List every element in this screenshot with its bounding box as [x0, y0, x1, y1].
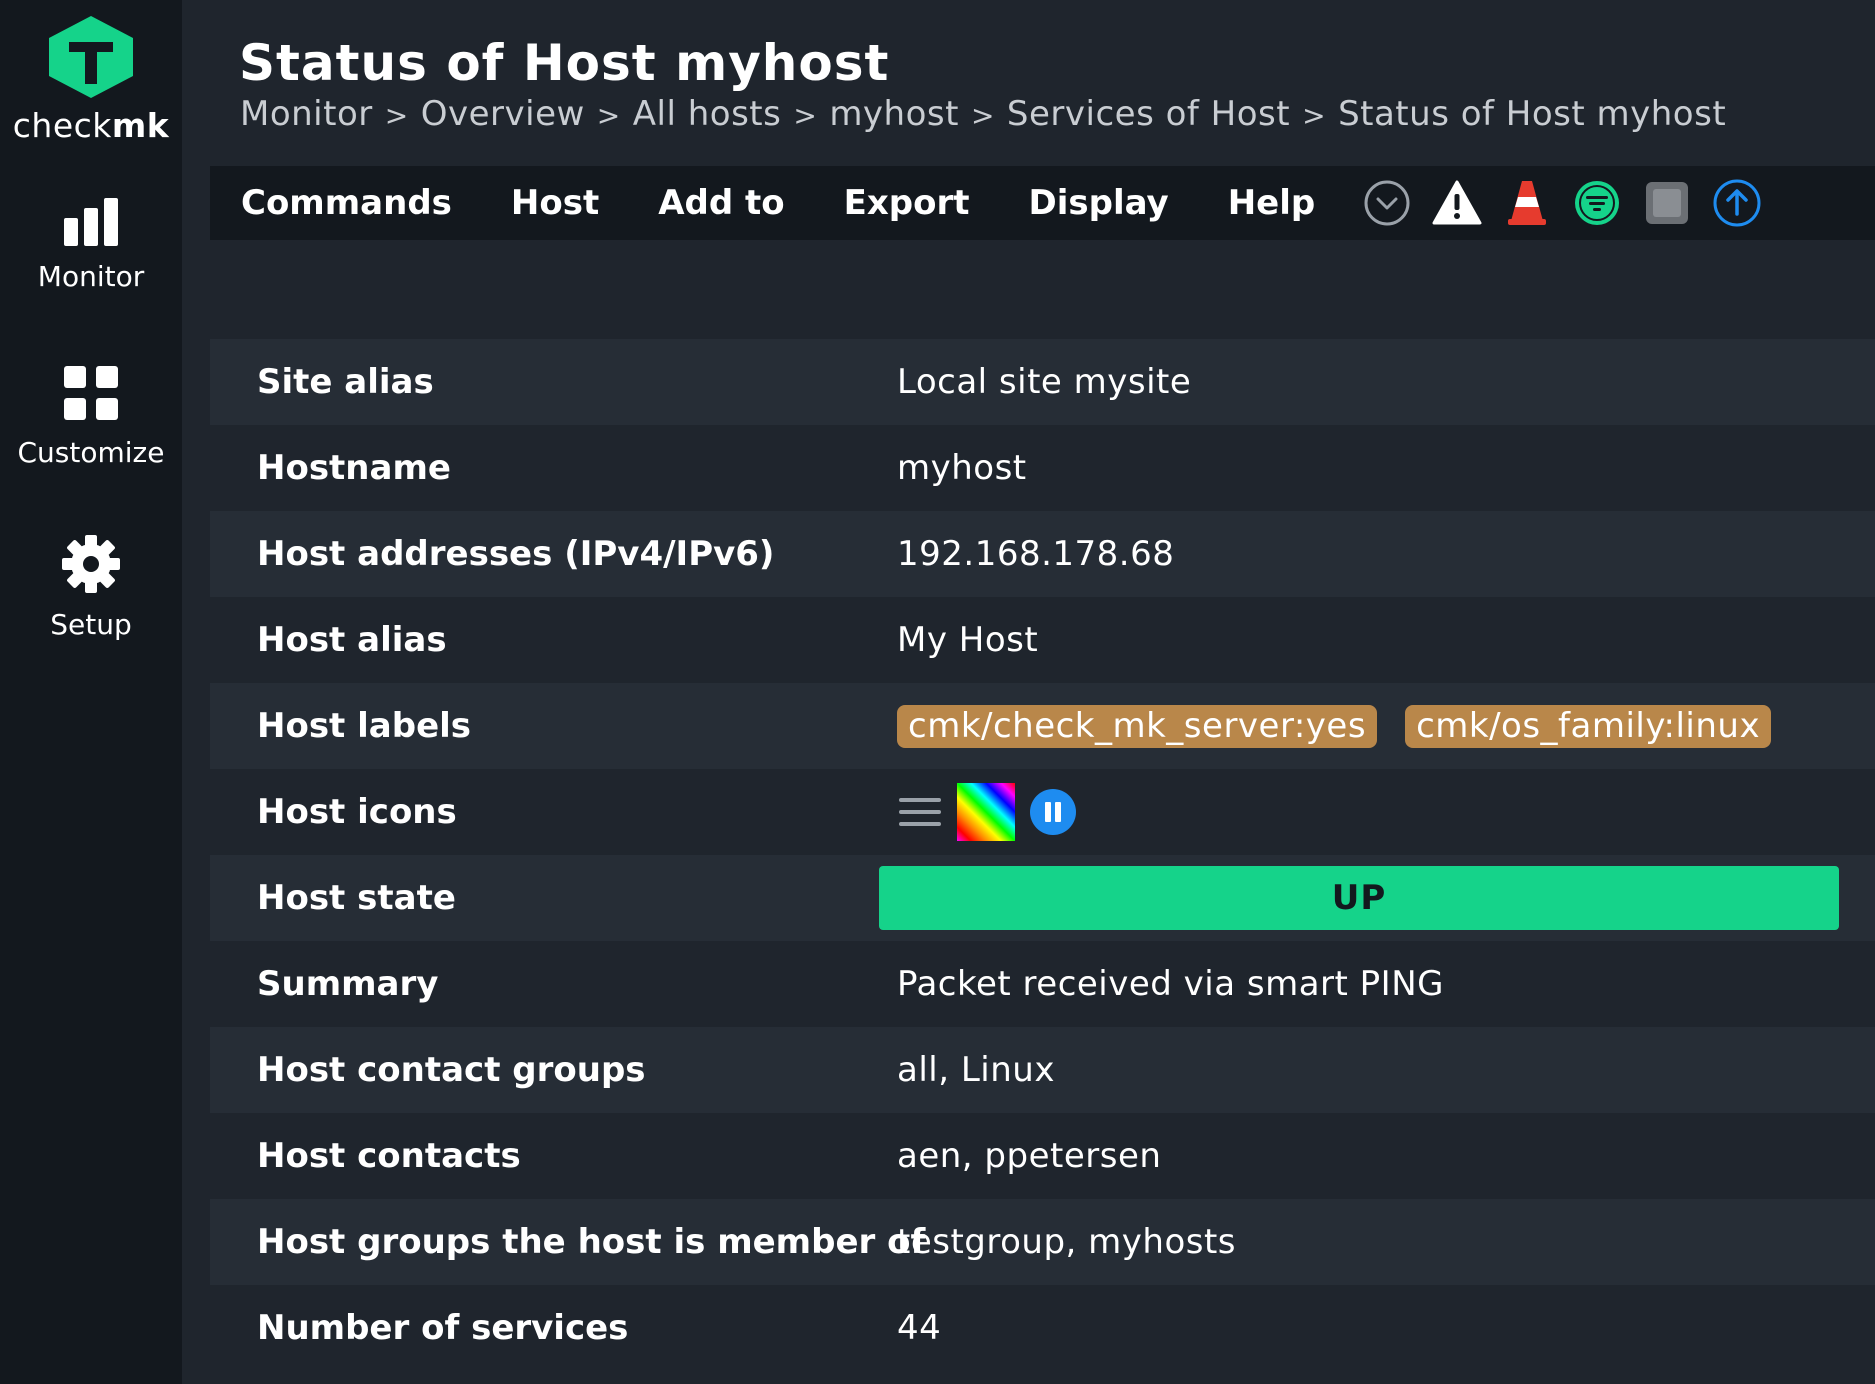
page-title: Status of Host myhost	[239, 34, 890, 92]
main-content: Status of Host myhost Monitor > Overview > A…	[182, 0, 1875, 1384]
table-row: Host addresses (IPv4/IPv6) 192.168.178.6…	[210, 511, 1875, 597]
row-value: 192.168.178.68	[897, 534, 1175, 574]
table-row: Host alias My Host	[210, 597, 1875, 683]
breadcrumb-separator: >	[384, 99, 409, 132]
gear-icon	[62, 535, 120, 593]
row-label: Hostname	[257, 448, 451, 488]
breadcrumb-status-of-host[interactable]: Status of Host myhost	[1338, 94, 1726, 134]
breadcrumb-separator: >	[596, 99, 621, 132]
menu-commands[interactable]: Commands	[241, 183, 452, 223]
table-row: Host labels cmk/check_mk_server:yes cmk/…	[210, 683, 1875, 769]
row-label: Summary	[257, 964, 439, 1004]
stop-icon[interactable]	[1642, 178, 1692, 228]
row-value: My Host	[897, 620, 1039, 660]
row-label: Host alias	[257, 620, 447, 660]
table-row: Host icons	[210, 769, 1875, 855]
logo-text: checkmk	[12, 106, 170, 145]
breadcrumb-separator: >	[793, 99, 818, 132]
row-value: aen, ppetersen	[897, 1136, 1162, 1176]
menu-export[interactable]: Export	[844, 183, 970, 223]
table-row: Site alias Local site mysite	[210, 339, 1875, 425]
row-value: Packet received via smart PING	[897, 964, 1444, 1004]
breadcrumb-myhost[interactable]: myhost	[829, 94, 959, 134]
row-value: all, Linux	[897, 1050, 1055, 1090]
row-value: UP	[879, 866, 1875, 930]
bar-chart-icon	[64, 198, 118, 246]
toolbar-icons	[1362, 178, 1782, 228]
breadcrumb-separator: >	[1302, 99, 1327, 132]
row-value	[879, 783, 1875, 841]
upload-circle-icon[interactable]	[1712, 178, 1762, 228]
table-row: Host state UP	[210, 855, 1875, 941]
host-label-tag[interactable]: cmk/check_mk_server:yes	[897, 704, 1378, 748]
menu-icon[interactable]	[897, 792, 943, 832]
breadcrumb-overview[interactable]: Overview	[421, 94, 585, 134]
row-label: Number of services	[257, 1308, 629, 1348]
sidebar-item-monitor[interactable]: Monitor	[0, 196, 182, 293]
checkmk-logo-icon	[49, 16, 133, 98]
menu-host[interactable]: Host	[511, 183, 599, 223]
breadcrumb: Monitor > Overview > All hosts > myhost > Servic…	[240, 94, 1726, 134]
breadcrumb-separator: >	[970, 99, 995, 132]
menu-bar: Commands Host Add to Export Display Help	[210, 166, 1875, 240]
row-value: myhost	[897, 448, 1027, 488]
grid-icon	[64, 366, 118, 420]
rainbow-icon[interactable]	[957, 783, 1015, 841]
sidebar-item-label: Monitor	[37, 260, 145, 293]
host-state-badge: UP	[879, 866, 1839, 930]
sidebar-item-customize[interactable]: Customize	[0, 364, 182, 469]
checkmk-logo[interactable]: checkmk	[0, 14, 182, 145]
table-row: Host groups the host is member of testgr…	[210, 1199, 1875, 1285]
row-value: Local site mysite	[897, 362, 1192, 402]
host-status-table: Site alias Local site mysite Hostname my…	[210, 339, 1875, 1371]
row-value: testgroup, myhosts	[897, 1222, 1237, 1262]
row-label: Site alias	[257, 362, 434, 402]
table-row: Number of services 44	[210, 1285, 1875, 1371]
table-row: Summary Packet received via smart PING	[210, 941, 1875, 1027]
filter-icon[interactable]	[1572, 178, 1622, 228]
chevron-down-circle-icon[interactable]	[1362, 178, 1412, 228]
table-row: Host contact groups all, Linux	[210, 1027, 1875, 1113]
breadcrumb-all-hosts[interactable]: All hosts	[633, 94, 782, 134]
row-label: Host addresses (IPv4/IPv6)	[257, 534, 775, 574]
row-label: Host groups the host is member of	[257, 1222, 926, 1262]
sidebar: checkmk Monitor Customize Setup	[0, 0, 182, 1384]
table-row: Hostname myhost	[210, 425, 1875, 511]
row-value: cmk/check_mk_server:yes cmk/os_family:li…	[879, 704, 1875, 748]
breadcrumb-services-of-host[interactable]: Services of Host	[1007, 94, 1290, 134]
warning-icon[interactable]	[1432, 178, 1482, 228]
menu-display[interactable]: Display	[1029, 183, 1169, 223]
breadcrumb-monitor[interactable]: Monitor	[240, 94, 373, 134]
row-label: Host contact groups	[257, 1050, 646, 1090]
sidebar-item-label: Customize	[17, 436, 165, 469]
menu-add-to[interactable]: Add to	[658, 183, 784, 223]
table-row: Host contacts aen, ppetersen	[210, 1113, 1875, 1199]
pause-icon[interactable]	[1029, 788, 1077, 836]
sidebar-item-setup[interactable]: Setup	[0, 534, 182, 641]
host-label-tag[interactable]: cmk/os_family:linux	[1405, 704, 1772, 748]
row-label: Host icons	[257, 792, 457, 832]
sidebar-item-label: Setup	[50, 608, 132, 641]
menu-help[interactable]: Help	[1228, 183, 1316, 223]
traffic-cone-icon[interactable]	[1502, 178, 1552, 228]
row-label: Host labels	[257, 706, 472, 746]
row-label: Host contacts	[257, 1136, 521, 1176]
row-label: Host state	[257, 878, 456, 918]
row-value: 44	[897, 1308, 942, 1348]
